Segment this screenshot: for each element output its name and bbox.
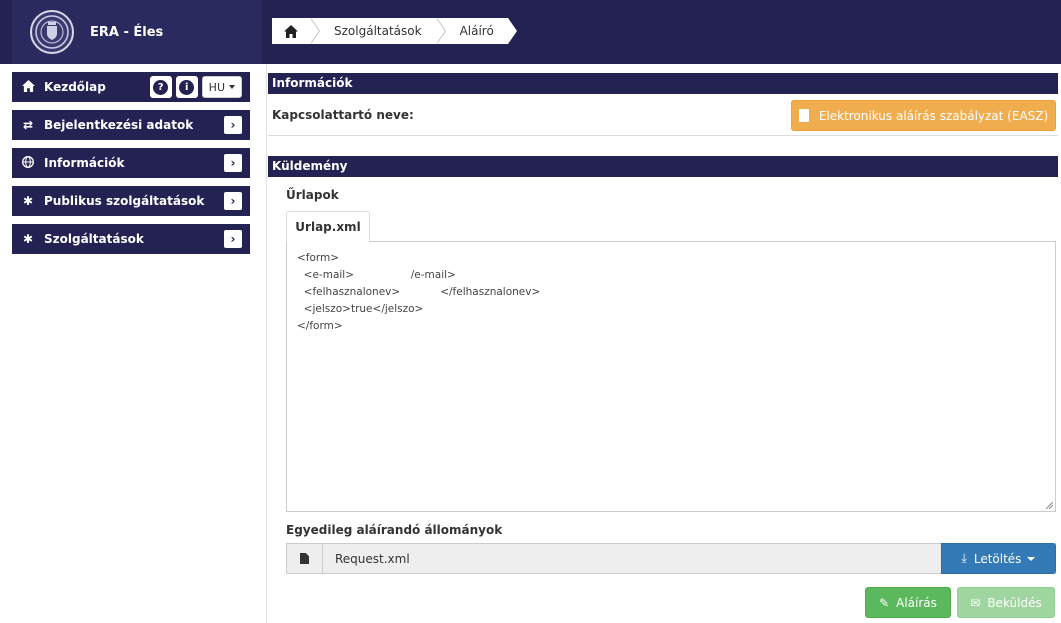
breadcrumb-services[interactable]: Szolgáltatások	[310, 18, 446, 44]
top-bar: ERA - Éles Szolgáltatások Aláíró	[0, 0, 1061, 64]
help-button[interactable]: ?	[149, 76, 172, 98]
xml-line: <jelszo>true</jelszo>	[297, 303, 424, 315]
xml-editor[interactable]: <form> <e-mail> /e-mail> <felhasznalonev…	[286, 241, 1056, 512]
xml-line: <felhasznalonev> </felhasznalonev>	[297, 286, 541, 298]
chevron-right-icon[interactable]: ›	[224, 192, 242, 210]
home-icon	[20, 79, 36, 95]
sidebar: Kezdőlap ? i HU ⇄ Bejelentkezési adatok …	[12, 72, 250, 262]
home-tools: ? i HU	[149, 76, 242, 98]
sidebar-item-public-services[interactable]: ✱ Publikus szolgáltatások ›	[12, 186, 250, 216]
sidebar-item-label: Kezdőlap	[44, 80, 106, 94]
easz-button-label: Elektronikus aláírás szabályzat (EASZ)	[818, 108, 1049, 123]
seal-icon	[35, 15, 69, 49]
files-title: Egyedileg aláírandó állományok	[286, 523, 503, 537]
file-row: Request.xml ⤓ Letöltés	[286, 543, 1056, 574]
content-divider	[266, 64, 267, 623]
info-icon: i	[179, 79, 195, 95]
contact-name-label: Kapcsolattartó neve:	[272, 108, 414, 122]
sidebar-item-label: Publikus szolgáltatások	[44, 194, 205, 208]
resize-grip-icon[interactable]	[1045, 501, 1053, 509]
sidebar-item-login-data[interactable]: ⇄ Bejelentkezési adatok ›	[12, 110, 250, 140]
sign-button-label: Aláírás	[896, 595, 937, 610]
download-button[interactable]: ⤓ Letöltés	[941, 543, 1056, 574]
gear-icon: ✱	[22, 194, 34, 208]
easz-button[interactable]: Elektronikus aláírás szabályzat (EASZ)	[791, 100, 1056, 131]
forms-title: Űrlapok	[286, 188, 339, 202]
chevron-right-icon[interactable]: ›	[224, 116, 242, 134]
language-value: HU	[208, 80, 225, 94]
question-icon: ?	[153, 79, 169, 95]
coat-of-arms-logo	[30, 10, 74, 54]
sidebar-item-label: Bejelentkezési adatok	[44, 118, 194, 132]
chevron-right-icon[interactable]: ›	[224, 154, 242, 172]
swap-icon: ⇄	[22, 118, 34, 132]
sidebar-item-information[interactable]: Információk ›	[12, 148, 250, 178]
caret-down-icon	[229, 85, 235, 89]
globe-icon	[20, 155, 36, 171]
sidebar-item-label: Információk	[44, 156, 125, 170]
book-icon	[798, 109, 809, 122]
info-panel-title: Információk	[268, 73, 1058, 94]
language-dropdown[interactable]: HU	[201, 76, 242, 98]
send-button-label: Beküldés	[987, 595, 1042, 610]
caret-down-icon	[1027, 556, 1036, 561]
breadcrumb-home[interactable]	[272, 18, 320, 44]
xml-line: <form>	[297, 252, 340, 264]
shipment-panel-title: Küldemény	[268, 156, 1058, 177]
xml-line: <e-mail> /e-mail>	[297, 269, 456, 281]
sign-button[interactable]: ✎ Aláírás	[865, 587, 951, 618]
brand[interactable]: ERA - Éles	[12, 0, 262, 64]
info-button[interactable]: i	[175, 76, 198, 98]
gear-icon: ✱	[22, 232, 34, 246]
download-button-label: Letöltés	[973, 551, 1022, 566]
chevron-right-icon[interactable]: ›	[224, 230, 242, 248]
pencil-icon: ✎	[879, 595, 890, 610]
xml-line: </form>	[297, 320, 343, 332]
breadcrumb: Szolgáltatások Aláíró	[272, 18, 518, 44]
sidebar-item-home[interactable]: Kezdőlap ? i HU	[12, 72, 250, 102]
file-icon	[287, 544, 323, 573]
send-button[interactable]: ✉ Beküldés	[957, 587, 1055, 618]
app-title: ERA - Éles	[90, 24, 164, 40]
file-name: Request.xml	[335, 551, 410, 566]
sidebar-item-label: Szolgáltatások	[44, 232, 144, 246]
envelope-icon: ✉	[970, 595, 981, 610]
tab-urlap-xml[interactable]: Urlap.xml	[286, 211, 370, 242]
download-icon: ⤓	[961, 551, 967, 565]
info-panel-body: Kapcsolattartó neve: Elektronikus aláírá…	[268, 94, 1058, 136]
sidebar-item-services[interactable]: ✱ Szolgáltatások ›	[12, 224, 250, 254]
breadcrumb-signer: Aláíró	[435, 18, 518, 44]
home-icon	[284, 24, 298, 38]
